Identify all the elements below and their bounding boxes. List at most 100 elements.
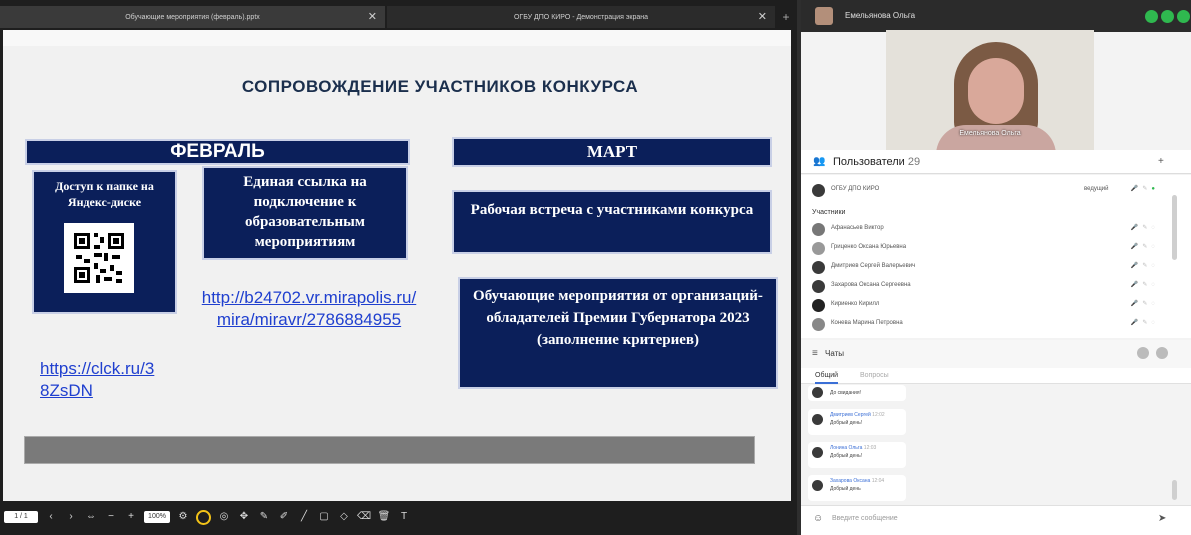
add-icon[interactable]: + bbox=[1158, 156, 1164, 167]
february-header: ФЕВРАЛЬ bbox=[25, 139, 410, 165]
users-count: 29 bbox=[907, 156, 921, 168]
mirapolis-link[interactable]: http://b24702.vr.mirapolis.ru/mira/mirav… bbox=[200, 287, 418, 331]
new-tab-plus-icon[interactable]: + bbox=[776, 6, 796, 28]
tab-general[interactable]: Общий bbox=[815, 372, 839, 384]
host-name: ОГБУ ДПО КИРО bbox=[831, 186, 880, 192]
training-events-box: Обучающие мероприятия от организаций-обл… bbox=[458, 277, 778, 389]
prev-page-icon[interactable]: ‹ bbox=[44, 510, 58, 524]
users-icon: 👥 bbox=[813, 156, 826, 167]
page-number-input[interactable]: 1 / 1 bbox=[4, 511, 38, 523]
chat-export-icon[interactable] bbox=[1137, 347, 1149, 359]
eraser-icon[interactable]: ⌫ bbox=[357, 510, 371, 524]
participant-status-icons: 🎤✎◌ bbox=[1130, 225, 1159, 231]
zoom-level-input[interactable]: 100% bbox=[144, 511, 170, 523]
slide-header-strip bbox=[3, 30, 791, 46]
chat-input[interactable]: Введите сообщение bbox=[832, 515, 898, 522]
message-author: Захарова Оксана 12:04 bbox=[830, 478, 885, 484]
shapes-icon[interactable]: ◇ bbox=[337, 510, 351, 524]
yandex-disk-text: Доступ к папке на Яндекс-диске bbox=[55, 179, 154, 209]
pointer-icon[interactable]: ◎ bbox=[217, 510, 231, 524]
avatar bbox=[812, 280, 825, 293]
marker-icon[interactable]: ✐ bbox=[277, 510, 291, 524]
message-text: Добрый день! bbox=[830, 420, 863, 426]
avatar bbox=[812, 261, 825, 274]
message-author: Лонина Ольга 12:03 bbox=[830, 445, 877, 451]
avatar bbox=[812, 480, 823, 491]
chat-settings-icon[interactable] bbox=[1156, 347, 1168, 359]
settings-icon[interactable]: ⚙ bbox=[176, 510, 190, 524]
chat-scrollbar[interactable] bbox=[1172, 480, 1177, 500]
users-title: Пользователи 29 bbox=[833, 156, 920, 168]
video-feed: Емельянова Ольга bbox=[886, 30, 1094, 150]
microphone-icon[interactable] bbox=[1145, 10, 1158, 23]
users-scrollbar[interactable] bbox=[1172, 195, 1177, 260]
next-page-icon[interactable]: › bbox=[64, 510, 78, 524]
pen-icon[interactable]: ✎ bbox=[257, 510, 271, 524]
participants-section-label: Участники bbox=[812, 209, 846, 216]
chat-header bbox=[801, 340, 1191, 368]
message-text: Добрый день bbox=[830, 486, 861, 492]
participant-status-icons: 🎤✎◌ bbox=[1130, 320, 1159, 326]
list-item[interactable]: Дмитриев Сергей Валерьевич 🎤✎◌ bbox=[812, 259, 1167, 277]
participant-name: Захарова Оксана Сергеевна bbox=[831, 282, 911, 288]
clck-short-link[interactable]: https://clck.ru/38ZsDN bbox=[40, 358, 160, 402]
tab-presentation[interactable]: Обучающие мероприятия (февраль).pptx ✕ bbox=[0, 6, 385, 28]
avatar bbox=[812, 299, 825, 312]
participant-status-icons: 🎤✎◌ bbox=[1130, 244, 1159, 250]
text-icon[interactable]: T bbox=[397, 510, 411, 524]
avatar bbox=[812, 242, 825, 255]
zoom-out-icon[interactable]: − bbox=[104, 510, 118, 524]
avatar bbox=[812, 223, 825, 236]
move-icon[interactable]: ✥ bbox=[237, 510, 251, 524]
color-picker-icon[interactable] bbox=[196, 509, 211, 525]
participant-body bbox=[936, 125, 1056, 150]
users-title-label: Пользователи bbox=[833, 156, 905, 168]
avatar bbox=[812, 414, 823, 425]
qr-code-image bbox=[64, 223, 134, 293]
settings-icon[interactable] bbox=[1177, 10, 1190, 23]
line-icon[interactable]: ╱ bbox=[297, 510, 311, 524]
host-status-icons: 🎤✎● bbox=[1130, 186, 1159, 192]
participant-face bbox=[968, 58, 1024, 124]
list-item[interactable]: Захарова Оксана Сергеевна 🎤✎◌ bbox=[812, 278, 1167, 296]
working-meeting-box: Рабочая встреча с участниками конкурса bbox=[452, 190, 772, 254]
tab-questions[interactable]: Вопросы bbox=[860, 372, 889, 379]
host-role: ведущий bbox=[1084, 186, 1109, 192]
participant-name: Кириенко Кирилл bbox=[831, 301, 880, 307]
close-icon[interactable]: ✕ bbox=[368, 10, 377, 23]
message-text: Добрый день! bbox=[830, 453, 863, 459]
list-item[interactable]: Гриценко Оксана Юрьевна 🎤✎◌ bbox=[812, 240, 1167, 258]
presentation-toolbar: 1 / 1 ‹ › ⇔ − + 100% ⚙ ◎ ✥ ✎ ✐ ╱ ▢ ◇ ⌫ 🗑… bbox=[0, 505, 797, 529]
participant-name: Конева Марина Петровна bbox=[831, 320, 903, 326]
avatar bbox=[812, 387, 823, 398]
rectangle-icon[interactable]: ▢ bbox=[317, 510, 331, 524]
slide-footer-bar bbox=[24, 436, 755, 464]
single-link-box: Единая ссылка на подключение к образоват… bbox=[202, 166, 408, 260]
slide-title: СОПРОВОЖДЕНИЕ УЧАСТНИКОВ КОНКУРСА bbox=[241, 77, 639, 96]
fit-width-icon[interactable]: ⇔ bbox=[84, 510, 98, 524]
host-row[interactable]: ОГБУ ДПО КИРО ведущий 🎤✎● bbox=[812, 182, 1167, 200]
send-icon[interactable]: ➤ bbox=[1158, 513, 1166, 524]
participant-name: Гриценко Оксана Юрьевна bbox=[831, 244, 907, 250]
list-item[interactable]: Кириенко Кирилл 🎤✎◌ bbox=[812, 297, 1167, 315]
delete-icon[interactable]: 🗑 bbox=[377, 510, 391, 524]
chat-message: Лонина Ольга 12:03 Добрый день! bbox=[808, 442, 906, 468]
message-text: До свидания! bbox=[830, 390, 861, 396]
close-icon[interactable]: ✕ bbox=[758, 10, 767, 23]
participant-name: Дмитриев Сергей Валерьевич bbox=[831, 263, 916, 269]
march-header: МАРТ bbox=[452, 137, 772, 167]
participant-status-icons: 🎤✎◌ bbox=[1130, 263, 1159, 269]
participant-name: Афанасьев Виктор bbox=[831, 225, 884, 231]
tab-presentation-title: Обучающие мероприятия (февраль).pptx bbox=[125, 13, 260, 21]
tab-screen-share[interactable]: ОГБУ ДПО КИРО - Демонстрация экрана ✕ bbox=[387, 6, 775, 28]
list-item[interactable]: Конева Марина Петровна 🎤✎◌ bbox=[812, 316, 1167, 334]
tab-screen-share-title: ОГБУ ДПО КИРО - Демонстрация экрана bbox=[513, 13, 649, 21]
presenter-name: Емельянова Ольга bbox=[845, 11, 916, 20]
video-name-label: Емельянова Ольга bbox=[959, 130, 1021, 137]
emoji-icon[interactable]: ☺ bbox=[813, 513, 823, 524]
zoom-in-icon[interactable]: + bbox=[124, 510, 138, 524]
camera-icon[interactable] bbox=[1161, 10, 1174, 23]
list-item[interactable]: Афанасьев Виктор 🎤✎◌ bbox=[812, 221, 1167, 239]
avatar bbox=[812, 447, 823, 458]
avatar bbox=[812, 318, 825, 331]
